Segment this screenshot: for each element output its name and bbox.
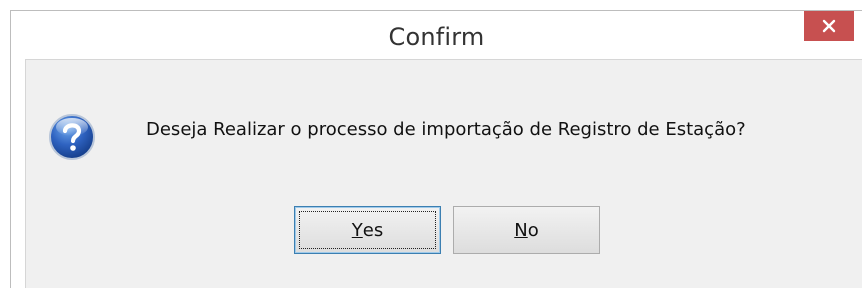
no-mnemonic: N xyxy=(514,219,528,241)
dialog-body: Deseja Realizar o processo de importação… xyxy=(25,59,862,288)
no-button[interactable]: No xyxy=(453,206,600,254)
yes-mnemonic: Y xyxy=(351,219,363,241)
dialog-message: Deseja Realizar o processo de importação… xyxy=(146,119,746,140)
close-button[interactable] xyxy=(804,11,854,41)
dialog-title: Confirm xyxy=(388,23,485,51)
confirm-dialog: Confirm Deseja Realizar o processo de im… xyxy=(10,10,862,288)
title-bar[interactable]: Confirm xyxy=(11,11,862,59)
yes-label-rest: es xyxy=(362,219,384,241)
no-label-rest: o xyxy=(527,219,539,241)
close-icon xyxy=(822,19,836,33)
question-icon xyxy=(49,114,95,160)
yes-button[interactable]: Yes xyxy=(294,206,441,254)
